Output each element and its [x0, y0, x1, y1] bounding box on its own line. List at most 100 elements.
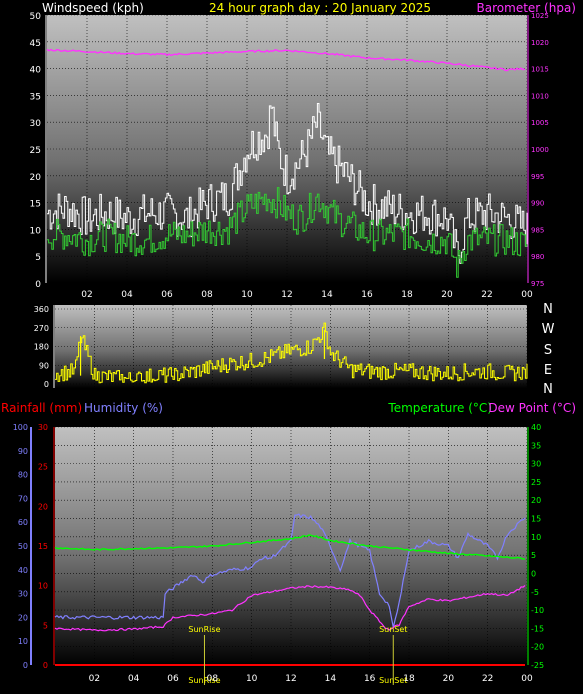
baro-tick-label: 990 [531, 200, 544, 208]
humidity-tick-label: 100 [13, 423, 28, 432]
x-tick-label: 14 [321, 290, 333, 300]
baro-tick-label: 1025 [531, 12, 549, 20]
dir-tick-label: 360 [34, 305, 49, 314]
baro-tick-label: 1020 [531, 39, 549, 47]
rain-tick-label: 15 [38, 542, 48, 551]
baro-tick-label: 975 [531, 280, 544, 288]
x-tick-label: 16 [361, 290, 373, 300]
x-tick-label: 22 [481, 290, 492, 300]
x-tick-label: 06 [167, 674, 179, 684]
direction-panel: 0 90 180 270 360 [34, 305, 528, 389]
temp-tick-label: -25 [531, 661, 544, 670]
temp-tick-label: -20 [531, 643, 544, 652]
weather-graph: Windspeed (kph) 24 hour graph day : 20 J… [1, 1, 576, 685]
compass-labels: N W S E N [542, 302, 555, 397]
sunset-label: SunSet [379, 625, 407, 634]
temp-tick-label: 35 [531, 441, 541, 450]
wind-tick-label: 25 [30, 146, 41, 156]
wind-panel: 0510152025303540455097598098599099510001… [30, 12, 549, 300]
humidity-tick-label: 60 [18, 518, 28, 527]
compass-s: S [544, 343, 552, 358]
humidity-label: Humidity (%) [84, 401, 163, 415]
compass-w: W [542, 322, 555, 337]
x-tick-label: 06 [161, 290, 173, 300]
baro-tick-label: 1000 [531, 146, 549, 154]
x-tick-label: 20 [443, 674, 455, 684]
wind-tick-label: 40 [30, 66, 42, 76]
baro-tick-label: 1005 [531, 119, 549, 127]
climate-panel-bg [55, 427, 527, 665]
humidity-tick-label: 10 [18, 637, 28, 646]
chart-title: 24 hour graph day : 20 January 2025 [209, 1, 431, 15]
humidity-tick-label: 80 [18, 471, 28, 480]
x-tick-label: 20 [441, 290, 453, 300]
humidity-tick-label: 90 [18, 447, 28, 456]
dir-tick-label: 270 [34, 324, 49, 333]
humidity-tick-label: 70 [18, 494, 28, 503]
x-tick-label: 10 [241, 290, 253, 300]
temp-tick-label: 0 [531, 569, 536, 578]
x-tick-label: 18 [401, 290, 413, 300]
temp-tick-label: -15 [531, 624, 544, 633]
climate-panel: SunRise SunSetSunRise SunSet -25-20-15-10-… [13, 423, 544, 685]
temp-tick-label: 15 [531, 515, 541, 524]
rain-tick-label: 0 [43, 661, 48, 670]
dewpoint-label: Dew Point (°C) [488, 401, 576, 415]
temp-tick-label: 30 [531, 460, 541, 469]
dir-tick-label: 180 [34, 343, 49, 352]
wind-tick-label: 0 [35, 280, 41, 290]
compass-e: E [544, 363, 552, 378]
temp-tick-label: 25 [531, 478, 541, 487]
temp-tick-label: -5 [531, 588, 539, 597]
baro-tick-label: 1010 [531, 92, 549, 100]
rainfall-label: Rainfall (mm) [1, 401, 82, 415]
x-tick-label: 08 [201, 290, 213, 300]
humidity-tick-label: 30 [18, 590, 28, 599]
humidity-tick-label: 50 [18, 542, 28, 551]
wind-tick-label: 10 [30, 226, 42, 236]
rain-tick-label: 25 [38, 463, 48, 472]
x-tick-label: 18 [403, 674, 415, 684]
wind-tick-label: 30 [30, 119, 42, 129]
humidity-tick-label: 20 [18, 613, 28, 622]
wind-tick-label: 15 [30, 200, 41, 210]
temp-tick-label: 20 [531, 496, 541, 505]
wind-tick-label: 20 [30, 173, 42, 183]
barometer-title: Barometer (hpa) [477, 1, 576, 15]
humidity-tick-label: 0 [23, 661, 28, 670]
dir-tick-label: 0 [44, 380, 49, 389]
x-tick-label: 04 [121, 290, 133, 300]
x-tick-label: 22 [482, 674, 493, 684]
x-tick-label: 14 [325, 674, 337, 684]
temp-tick-label: 5 [531, 551, 536, 560]
wind-tick-label: 35 [30, 92, 41, 102]
wind-tick-label: 50 [30, 12, 42, 22]
dir-tick-label: 90 [39, 361, 49, 370]
temperature-label: Temperature (°C) [387, 401, 492, 415]
x-tick-label: 10 [246, 674, 258, 684]
x-tick-label: 00 [521, 290, 533, 300]
rain-tick-label: 30 [38, 423, 48, 432]
rain-tick-label: 5 [43, 621, 48, 630]
wind-tick-label: 45 [30, 39, 41, 49]
temp-tick-label: -10 [531, 606, 544, 615]
x-tick-label: 08 [207, 674, 219, 684]
x-tick-label: 02 [89, 674, 100, 684]
humidity-tick-label: 40 [18, 566, 28, 575]
x-tick-label: 12 [281, 290, 292, 300]
windspeed-title: Windspeed (kph) [42, 1, 144, 15]
sunrise-label: SunRise [188, 625, 220, 634]
x-tick-label: 04 [128, 674, 140, 684]
rain-tick-label: 20 [38, 502, 48, 511]
x-tick-label: 00 [521, 674, 533, 684]
x-tick-label: 16 [364, 674, 376, 684]
baro-tick-label: 985 [531, 226, 544, 234]
baro-tick-label: 1015 [531, 66, 549, 74]
compass-n-top: N [543, 302, 553, 317]
x-tick-label: 12 [285, 674, 296, 684]
wind-tick-label: 5 [35, 253, 41, 263]
rain-tick-label: 10 [38, 582, 48, 591]
baro-tick-label: 980 [531, 253, 544, 261]
temp-tick-label: 10 [531, 533, 541, 542]
direction-panel-axes: 0 90 180 270 360 [34, 305, 55, 389]
